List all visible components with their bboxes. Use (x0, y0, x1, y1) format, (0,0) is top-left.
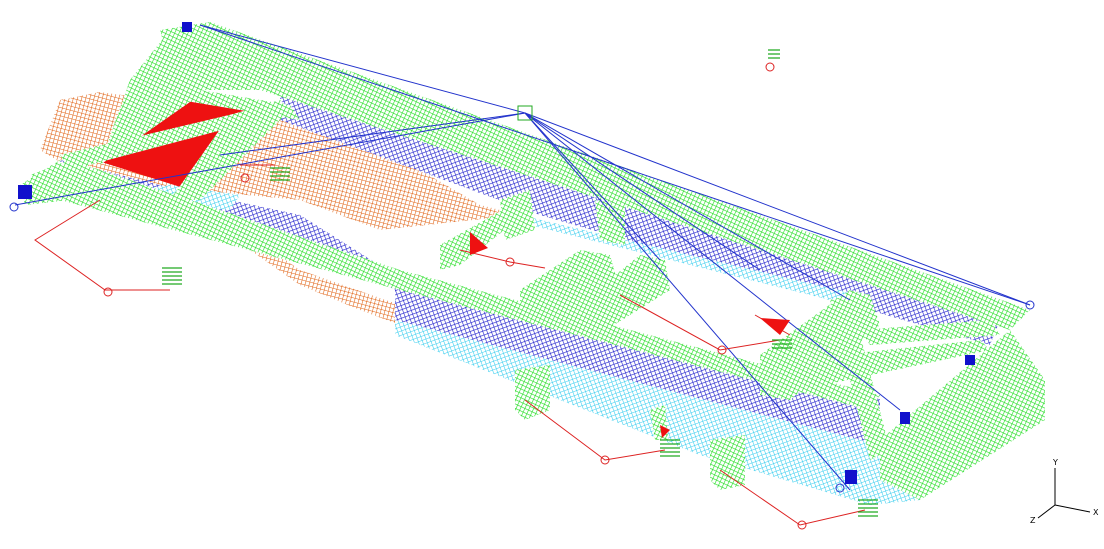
fea-model-viewport[interactable]: Y X Z (0, 0, 1104, 549)
axis-x-label: X (1093, 508, 1099, 517)
axis-triad (1037, 468, 1091, 519)
axis-y-label: Y (1052, 458, 1058, 467)
axis-z-label: Z (1030, 516, 1036, 525)
fe-mesh-canvas[interactable]: Y X Z (0, 0, 1104, 549)
